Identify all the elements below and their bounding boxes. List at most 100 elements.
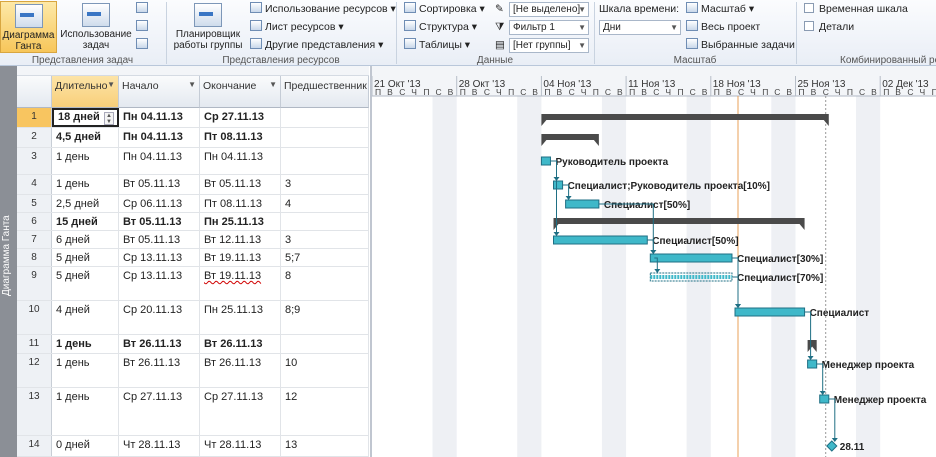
entire-project-button[interactable]: Весь проект	[686, 20, 760, 35]
cell-pred[interactable]	[281, 335, 369, 353]
cell-duration[interactable]: 5 дней	[52, 267, 119, 300]
network-view-button[interactable]	[136, 2, 151, 17]
other-task-views-button[interactable]	[136, 38, 151, 53]
calendar-view-button[interactable]	[136, 20, 151, 35]
cell-start[interactable]: Вт 26.11.13	[119, 354, 200, 387]
cell-pred[interactable]: 5;7	[281, 249, 369, 266]
cell-finish[interactable]: Ср 27.11.13	[200, 388, 281, 435]
cell-duration[interactable]: 2,5 дней	[52, 195, 119, 212]
group-by-select[interactable]: [Нет группы] ▼	[509, 38, 589, 53]
cell-start[interactable]: Ср 13.11.13	[119, 249, 200, 266]
cell-duration[interactable]: 1 день	[52, 148, 119, 174]
cell-pred[interactable]: 8	[281, 267, 369, 300]
sort-button[interactable]: Сортировка ▾	[404, 2, 485, 17]
select-all-corner[interactable]	[17, 76, 52, 108]
row-id[interactable]: 1	[17, 108, 52, 127]
cell-start[interactable]: Ср 13.11.13	[119, 267, 200, 300]
row-id[interactable]: 11	[17, 335, 52, 353]
cell-finish[interactable]: Вт 26.11.13	[200, 354, 281, 387]
outline-button[interactable]: Структура ▾	[404, 20, 477, 35]
cell-duration[interactable]: 1 день	[52, 175, 119, 194]
cell-duration[interactable]: 18 дней ▲ ▼	[52, 108, 119, 127]
cell-pred[interactable]	[281, 213, 369, 230]
cell-duration[interactable]: 15 дней	[52, 213, 119, 230]
column-header-finish[interactable]: Окончание ▼	[200, 76, 281, 108]
cell-start[interactable]: Вт 05.11.13	[119, 213, 200, 230]
cell-pred[interactable]	[281, 148, 369, 174]
cell-finish[interactable]: Пт 08.11.13	[200, 128, 281, 147]
row-id[interactable]: 7	[17, 231, 52, 248]
table-row[interactable]: 3 1 день Пн 04.11.13 Пн 04.11.13	[17, 148, 369, 175]
table-row[interactable]: 7 6 дней Вт 05.11.13 Вт 12.11.13 3	[17, 231, 369, 249]
row-id[interactable]: 5	[17, 195, 52, 212]
cell-duration[interactable]: 5 дней	[52, 249, 119, 266]
cell-start[interactable]: Пн 04.11.13	[119, 108, 200, 127]
table-row[interactable]: 4 1 день Вт 05.11.13 Вт 05.11.13 3	[17, 175, 369, 195]
details-checkbox[interactable]: Детали	[804, 20, 854, 35]
cell-start[interactable]: Вт 05.11.13	[119, 231, 200, 248]
cell-start[interactable]: Ср 20.11.13	[119, 301, 200, 334]
row-id[interactable]: 8	[17, 249, 52, 266]
gantt-chart-button[interactable]: Диаграмма Ганта	[0, 1, 57, 53]
cell-start[interactable]: Ср 06.11.13	[119, 195, 200, 212]
selected-tasks-button[interactable]: Выбранные задачи	[686, 38, 795, 53]
row-id[interactable]: 9	[17, 267, 52, 300]
cell-duration[interactable]: 0 дней	[52, 436, 119, 456]
cell-pred[interactable]: 3	[281, 175, 369, 194]
cell-pred[interactable]	[281, 108, 369, 127]
table-row[interactable]: 9 5 дней Ср 13.11.13 Вт 19.11.13 8	[17, 267, 369, 301]
cell-pred[interactable]: 3	[281, 231, 369, 248]
other-views-button[interactable]: Другие представления ▾	[250, 38, 383, 53]
cell-start[interactable]: Пн 04.11.13	[119, 148, 200, 174]
cell-start[interactable]: Пн 04.11.13	[119, 128, 200, 147]
cell-finish[interactable]: Вт 05.11.13	[200, 175, 281, 194]
row-id[interactable]: 10	[17, 301, 52, 334]
timescale-select[interactable]: Дни ▼	[599, 20, 681, 35]
table-row[interactable]: 13 1 день Ср 27.11.13 Ср 27.11.13 12	[17, 388, 369, 436]
cell-finish[interactable]: Пн 04.11.13	[200, 148, 281, 174]
table-row[interactable]: 2 4,5 дней Пн 04.11.13 Пт 08.11.13	[17, 128, 369, 148]
cell-finish[interactable]: Вт 19.11.13	[200, 249, 281, 266]
row-id[interactable]: 2	[17, 128, 52, 147]
cell-duration[interactable]: 1 день	[52, 354, 119, 387]
cell-pred[interactable]	[281, 128, 369, 147]
cell-finish[interactable]: Пн 25.11.13	[200, 213, 281, 230]
cell-duration[interactable]: 4 дней	[52, 301, 119, 334]
row-id[interactable]: 4	[17, 175, 52, 194]
cell-duration[interactable]: 4,5 дней	[52, 128, 119, 147]
table-row[interactable]: 11 1 день Вт 26.11.13 Вт 26.11.13	[17, 335, 369, 354]
duration-spinner[interactable]: ▲ ▼	[104, 112, 114, 125]
table-row[interactable]: 6 15 дней Вт 05.11.13 Пн 25.11.13	[17, 213, 369, 231]
gantt-chart[interactable]: 21 Окт '13 П В С Ч П С В 28 Окт '13 П В С Ч П С В 04 Ноя…	[370, 66, 936, 457]
resource-sheet-button[interactable]: Лист ресурсов ▾	[250, 20, 344, 35]
cell-start[interactable]: Вт 05.11.13	[119, 175, 200, 194]
highlight-select[interactable]: [Не выделено] ▼	[509, 2, 589, 17]
table-row[interactable]: 14 0 дней Чт 28.11.13 Чт 28.11.13 13	[17, 436, 369, 457]
table-row[interactable]: 12 1 день Вт 26.11.13 Вт 26.11.13 10	[17, 354, 369, 388]
cell-finish[interactable]: Вт 26.11.13	[200, 335, 281, 353]
cell-start[interactable]: Чт 28.11.13	[119, 436, 200, 456]
table-row[interactable]: 10 4 дней Ср 20.11.13 Пн 25.11.13 8;9	[17, 301, 369, 335]
cell-pred[interactable]: 13	[281, 436, 369, 456]
view-bar[interactable]: Диаграмма Ганта	[0, 66, 17, 457]
table-row[interactable]: 8 5 дней Ср 13.11.13 Вт 19.11.13 5;7	[17, 249, 369, 267]
cell-start[interactable]: Ср 27.11.13	[119, 388, 200, 435]
cell-finish[interactable]: Ср 27.11.13	[200, 108, 281, 127]
row-id[interactable]: 14	[17, 436, 52, 456]
tables-button[interactable]: Таблицы ▾	[404, 38, 470, 53]
cell-pred[interactable]: 12	[281, 388, 369, 435]
row-id[interactable]: 6	[17, 213, 52, 230]
resource-usage-button[interactable]: Использование ресурсов ▾	[250, 2, 396, 17]
zoom-button[interactable]: Масштаб ▾	[686, 2, 754, 17]
row-id[interactable]: 12	[17, 354, 52, 387]
table-row[interactable]: 1 18 дней ▲ ▼ Пн 04.11.13 Ср 27.11.13	[17, 108, 369, 128]
task-usage-button[interactable]: Использование задач	[59, 1, 133, 53]
team-planner-button[interactable]: Планировщик работы группы	[170, 1, 246, 53]
cell-duration[interactable]: 6 дней	[52, 231, 119, 248]
cell-duration[interactable]: 1 день	[52, 388, 119, 435]
cell-pred[interactable]: 4	[281, 195, 369, 212]
row-id[interactable]: 13	[17, 388, 52, 435]
column-header-duration[interactable]: Длительно ▼	[52, 76, 119, 108]
table-row[interactable]: 5 2,5 дней Ср 06.11.13 Пт 08.11.13 4	[17, 195, 369, 213]
timeline-checkbox[interactable]: Временная шкала	[804, 2, 908, 17]
